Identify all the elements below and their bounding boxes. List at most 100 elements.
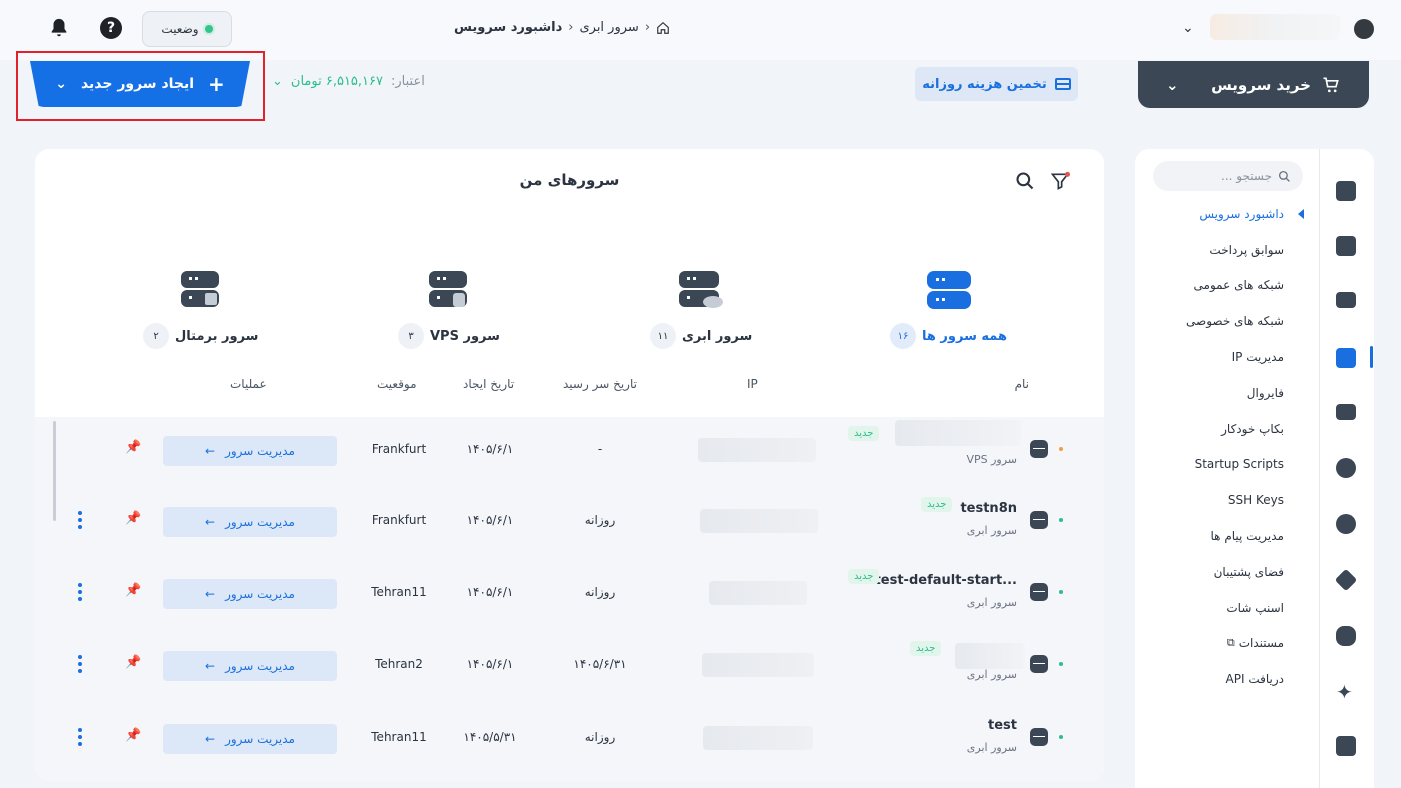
external-link-icon: ⧉ [1226,636,1235,650]
category-count: ۱۱ [650,323,676,349]
home-icon[interactable] [656,21,670,35]
sidebar-item-get-api[interactable]: دریافت API [1150,661,1290,697]
filter-icon[interactable] [1050,171,1070,191]
category-cloud-server[interactable]: سرور ابری ۱۱ [650,271,752,349]
category-label: سرور ابری [682,328,753,344]
category-all-servers[interactable]: همه سرور ها ۱۶ [890,271,1007,349]
cdn-globe-icon[interactable] [1336,514,1356,534]
sidebar-menu: داشبورد سرویس سوابق پرداخت شبکه های عموم… [1150,196,1290,697]
table-row[interactable]: جدید سرور VPS - ۱۴۰۵/۶/۱ Frankfurt مدیری… [35,416,1104,488]
vps-server-icon [428,271,467,307]
pin-icon[interactable]: 📌 [125,728,141,746]
credit-display[interactable]: اعتبار: ۶,۵۱۵,۱۶۷ تومان ⌄ [272,74,425,89]
column-header-created: تاریخ ایجاد [463,377,515,391]
sidebar-item-auto-backup[interactable]: بکاپ خودکار [1150,411,1290,447]
pin-icon[interactable]: 📌 [125,583,141,601]
sidebar-item-messages[interactable]: مدیریت پیام ها [1150,518,1290,554]
sidebar-item-public-networks[interactable]: شبکه های عمومی [1150,268,1290,304]
sidebar-item-docs[interactable]: مستندات ⧉ [1150,626,1290,662]
column-header-name: نام [1014,377,1029,391]
manage-server-label: مدیریت سرور [225,732,295,746]
www-hosting-icon[interactable] [1336,292,1356,308]
sidebar-item-payment-history[interactable]: سوابق پرداخت [1150,232,1290,268]
server-icon [1030,728,1048,746]
server-name[interactable]: test-default-start... [875,573,1017,588]
chevron-left-icon: › [568,20,574,35]
active-indicator-icon [1298,209,1304,219]
sparkle-icon[interactable]: ✦ [1336,680,1353,704]
manage-server-button[interactable]: مدیریت سرور ← [163,579,337,609]
new-badge: جدید [848,426,880,441]
server-name[interactable]: testn8n [960,501,1017,516]
more-options-icon[interactable] [77,581,83,603]
dashboard-icon[interactable] [1336,181,1356,201]
manage-server-button[interactable]: مدیریت سرور ← [163,651,337,681]
avatar[interactable] [1354,19,1374,39]
chevron-down-icon: ⌄ [1166,75,1179,94]
server-icon [1030,655,1048,673]
servers-card: سرورهای من همه سرور ها ۱۶ سرور ابری ۱۱ سرو… [35,149,1104,781]
table-row[interactable]: جدید سرور ابری ۱۴۰۵/۶/۳۱ ۱۴۰۵/۶/۱ Tehran… [35,631,1104,703]
table-row[interactable]: testn8n جدید سرور ابری روزانه ۱۴۰۵/۶/۱ F… [35,487,1104,559]
sidebar-item-firewall[interactable]: فایروال [1150,375,1290,411]
security-icon[interactable] [1336,458,1356,478]
docs-label: مستندات [1238,636,1284,651]
help-icon[interactable]: ? [100,17,122,39]
sidebar-item-snapshot[interactable]: اسنپ شات [1150,590,1290,626]
search-icon[interactable] [1015,171,1035,191]
category-vps-server[interactable]: سرور VPS ۳ [398,271,500,349]
category-label: سرور VPS [430,328,500,344]
column-header-location: موقعیت [377,377,417,391]
breadcrumb-current: داشبورد سرویس [454,20,563,35]
more-options-icon[interactable] [77,726,83,748]
daily-cost-estimate-button[interactable]: تخمین هزینه روزانه [915,67,1078,101]
server-name[interactable]: test [988,718,1017,733]
created-date: ۱۴۰۵/۵/۳۱ [463,730,517,744]
server-icon [1030,440,1048,458]
cloud-sync-icon[interactable] [1336,626,1356,646]
servers-icon[interactable] [1336,348,1356,368]
status-dot-icon [1059,447,1063,451]
sidebar-item-service-dashboard[interactable]: داشبورد سرویس [1150,196,1290,232]
bell-icon[interactable] [48,17,70,39]
pin-icon[interactable]: 📌 [125,511,141,529]
credit-card-icon [1054,78,1071,90]
storage-icon[interactable] [1336,404,1356,420]
buy-service-label: خرید سرویس [1211,75,1311,94]
pin-icon[interactable]: 📌 [125,440,141,458]
more-options-icon[interactable] [77,653,83,675]
breadcrumb-parent[interactable]: سرور ابری [579,20,638,35]
user-name-blurred[interactable] [1210,14,1340,40]
manage-server-button[interactable]: مدیریت سرور ← [163,507,337,537]
page-title: سرورهای من [519,171,620,189]
category-baremetal-server[interactable]: سرور برمتال ۲ [143,271,258,349]
column-header-due-date: تاریخ سر رسید [563,377,637,391]
due-date: روزانه [584,513,616,527]
sidebar-item-startup-scripts[interactable]: Startup Scripts [1150,447,1290,483]
cloud-server-icon[interactable] [1336,236,1356,256]
sidebar-item-ssh-keys[interactable]: SSH Keys [1150,482,1290,518]
status-button[interactable]: وضعیت [142,11,232,47]
more-options-icon[interactable] [77,509,83,531]
created-date: ۱۴۰۵/۶/۱ [466,585,514,599]
pin-icon[interactable]: 📌 [125,655,141,673]
buy-service-button[interactable]: خرید سرویس ⌄ [1138,61,1369,108]
created-date: ۱۴۰۵/۶/۱ [466,657,514,671]
sidebar-item-ip-management[interactable]: مدیریت IP [1150,339,1290,375]
sidebar-item-private-networks[interactable]: شبکه های خصوصی [1150,303,1290,339]
arrow-left-icon: ← [205,732,216,746]
arrow-left-icon: ← [205,659,216,673]
cloud-server-icon [679,271,724,308]
manage-server-button[interactable]: مدیریت سرور ← [163,436,337,466]
sidebar-search-input[interactable]: جستجو ... [1153,161,1303,191]
table-row[interactable]: test سرور ابری روزانه ۱۴۰۵/۵/۳۱ Tehran11… [35,704,1104,776]
sidebar-item-backup-space[interactable]: فضای پشتیبان [1150,554,1290,590]
due-date: ۱۴۰۵/۶/۳۱ [573,657,627,671]
document-icon[interactable] [1336,736,1356,756]
table-row[interactable]: test-default-start... جدید سرور ابری روز… [35,559,1104,631]
chevron-down-icon[interactable]: ⌄ [1182,20,1194,36]
manage-server-button[interactable]: مدیریت سرور ← [163,724,337,754]
server-type: سرور ابری [966,524,1017,537]
breadcrumb: داشبورد سرویس › سرور ابری › [454,20,670,35]
due-date: روزانه [584,730,616,744]
